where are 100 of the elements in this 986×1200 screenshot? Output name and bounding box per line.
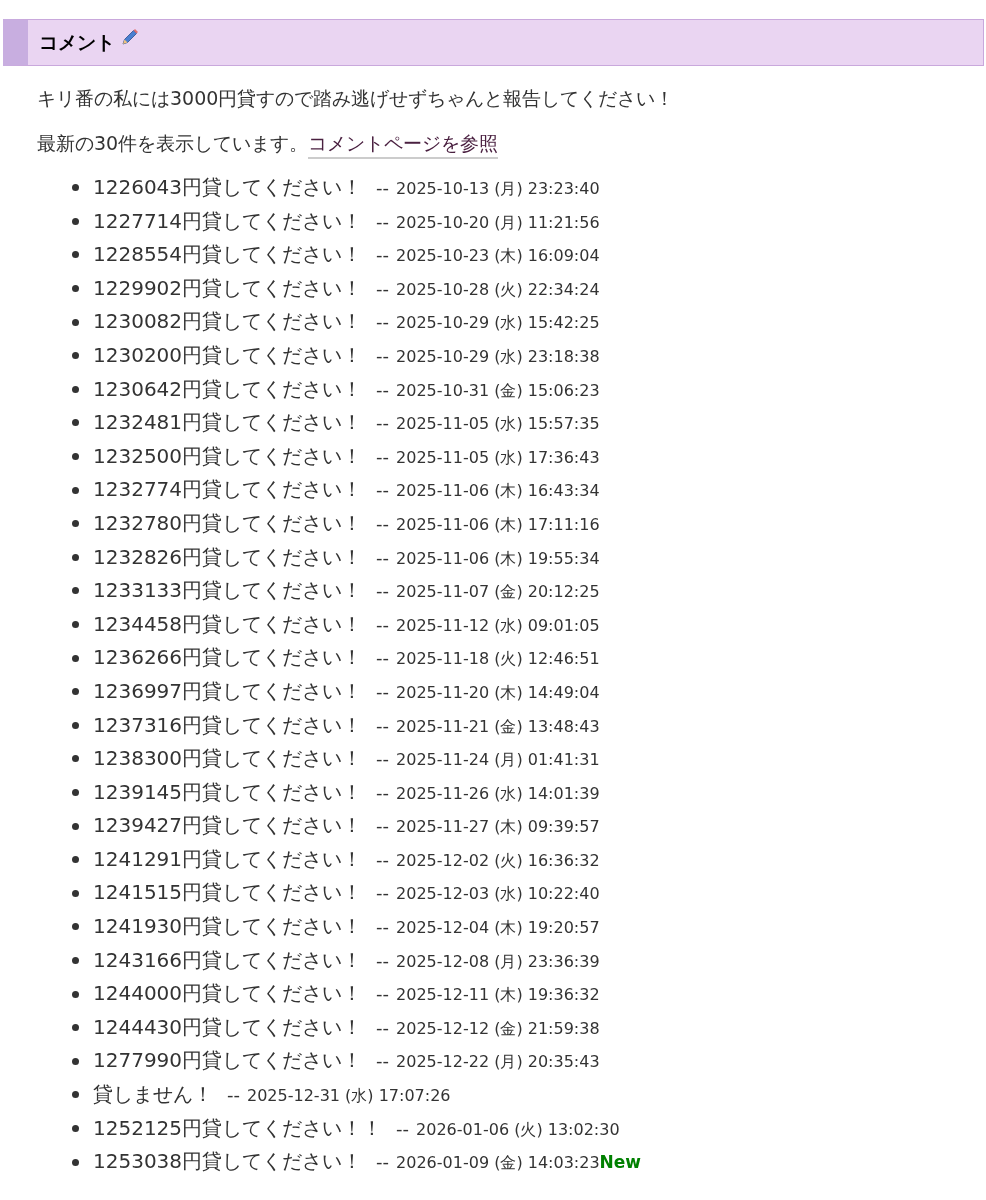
comment-timestamp: 2025-10-23 (木) 16:09:04	[396, 245, 600, 268]
separator: --	[376, 982, 390, 1007]
pencil-icon[interactable]	[121, 27, 139, 46]
comment-timestamp: 2025-12-12 (金) 21:59:38	[396, 1017, 600, 1040]
bullet-icon	[72, 1024, 79, 1032]
comment-timestamp: 2025-11-05 (水) 15:57:35	[396, 413, 600, 436]
bullet-icon	[72, 621, 79, 628]
separator: --	[227, 1083, 240, 1108]
comment-timestamp: 2025-11-18 (火) 12:46:51	[396, 648, 600, 671]
comment-page-link[interactable]: コメントページを参照	[308, 129, 499, 159]
comment-timestamp: 2025-12-11 (木) 19:36:32	[396, 984, 600, 1007]
comment-timestamp: 2025-11-07 (金) 20:12:25	[396, 581, 600, 604]
separator: --	[376, 881, 390, 906]
comment-timestamp: 2025-12-04 (木) 19:20:57	[396, 917, 600, 940]
comment-timestamp: 2026-01-09 (金) 14:03:23	[396, 1152, 600, 1175]
bullet-icon	[72, 755, 79, 763]
bullet-icon	[72, 318, 79, 326]
bullet-icon	[72, 1091, 79, 1099]
bullet-icon	[72, 553, 79, 561]
comment-text: 1229902円貸してください！	[93, 274, 363, 302]
bullet-icon	[72, 486, 79, 494]
separator: --	[376, 1049, 390, 1074]
separator: --	[376, 780, 390, 805]
comment-timestamp: 2025-12-31 (水) 17:07:26	[247, 1085, 451, 1108]
comment-text: 1232774円貸してください！	[93, 476, 363, 504]
bullet-icon	[72, 654, 79, 662]
separator: --	[376, 646, 390, 671]
comment-timestamp: 2025-11-12 (水) 09:01:05	[396, 614, 600, 637]
comment-text: 1239427円貸してください！	[93, 812, 363, 840]
separator: --	[376, 511, 390, 536]
comment-text: 1236266円貸してください！	[93, 644, 363, 672]
separator: --	[376, 209, 390, 234]
separator: --	[396, 1116, 410, 1141]
comment-text: 1236997円貸してください！	[93, 677, 363, 705]
bullet-icon	[72, 721, 79, 729]
comment-timestamp: 2025-11-24 (月) 01:41:31	[396, 749, 600, 772]
comment-text: 1239145円貸してください！	[93, 778, 363, 806]
separator: --	[376, 545, 390, 570]
separator: --	[376, 612, 390, 637]
comment-text: 1227714円貸してください！	[93, 207, 363, 235]
separator: --	[376, 176, 390, 200]
comment-timestamp: 2026-01-06 (火) 13:02:30	[416, 1118, 620, 1141]
bullet-icon	[72, 990, 79, 998]
comment-text: 1232481円貸してください！	[93, 409, 363, 437]
bullet-icon	[72, 453, 79, 461]
comment-text: 1230200円貸してください！	[93, 341, 363, 369]
comment-text: 貸しません！	[93, 1081, 213, 1109]
comment-text: 1241291円貸してください！	[93, 845, 363, 873]
separator: --	[376, 343, 390, 368]
bullet-icon	[72, 1158, 79, 1166]
comment-timestamp: 2025-12-22 (月) 20:35:43	[396, 1051, 600, 1074]
comment-timestamp: 2025-11-06 (木) 19:55:34	[396, 547, 600, 570]
separator: --	[376, 478, 390, 503]
separator: --	[376, 411, 390, 436]
separator: --	[376, 310, 390, 335]
separator: --	[376, 713, 390, 738]
bullet-icon	[72, 419, 79, 427]
bullet-icon	[72, 251, 79, 259]
bullet-icon	[72, 385, 79, 393]
comment-text: 1241515円貸してください！	[93, 879, 363, 907]
comment-text: 1232826円貸してください！	[93, 543, 363, 571]
summary-text: 最新の30件を表示しています。	[37, 131, 309, 156]
section-title: コメント	[39, 30, 115, 56]
comment-timestamp: 2025-12-02 (火) 16:36:32	[396, 849, 600, 872]
comment-timestamp: 2025-10-29 (水) 15:42:25	[396, 312, 600, 335]
comment-text: 1228554円貸してください！	[93, 241, 363, 269]
separator: --	[376, 679, 390, 704]
comment-timestamp: 2025-10-20 (月) 11:21:56	[396, 211, 600, 234]
bullet-icon	[72, 789, 79, 796]
comment-text: 1232500円貸してください！	[93, 442, 363, 470]
bullet-icon	[72, 217, 79, 225]
comment-text: 1238300円貸してください！	[93, 745, 363, 773]
comment-text: 1226043円貸してください！	[93, 174, 363, 201]
comment-timestamp: 2025-11-26 (水) 14:01:39	[396, 782, 600, 805]
new-label: New	[599, 1151, 642, 1175]
bullet-icon	[72, 889, 79, 897]
comment-text: 1243166円貸してください！	[93, 946, 363, 974]
comment-text: 1237316円貸してください！	[93, 711, 363, 739]
bullet-icon	[72, 587, 79, 595]
separator: --	[376, 847, 390, 872]
comment-text: 1244000円貸してください！	[93, 980, 363, 1008]
separator: --	[376, 747, 390, 772]
bullet-icon	[72, 956, 79, 964]
comment-timestamp: 2025-10-31 (金) 15:06:23	[396, 379, 600, 402]
comment-timestamp: 2025-12-08 (月) 23:36:39	[396, 950, 600, 973]
intro-text: キリ番の私には3000円貸すので踏み逃げせずちゃんと報告してください！	[37, 86, 676, 111]
bullet-icon	[72, 688, 79, 696]
comment-timestamp: 2025-11-06 (木) 16:43:34	[396, 480, 600, 503]
separator: --	[376, 444, 390, 469]
separator: --	[376, 915, 390, 940]
separator: --	[376, 579, 390, 604]
separator: --	[376, 276, 390, 301]
comment-text: 1230082円貸してください！	[93, 308, 363, 336]
bullet-icon	[72, 184, 79, 192]
comment-text: 1232780円貸してください！	[93, 509, 363, 537]
bullet-icon	[72, 520, 79, 528]
comment-text: 1252125円貸してください！！	[93, 1114, 383, 1142]
separator: --	[376, 1150, 390, 1175]
bullet-icon	[72, 856, 79, 864]
comment-text: 1234458円貸してください！	[93, 610, 363, 638]
